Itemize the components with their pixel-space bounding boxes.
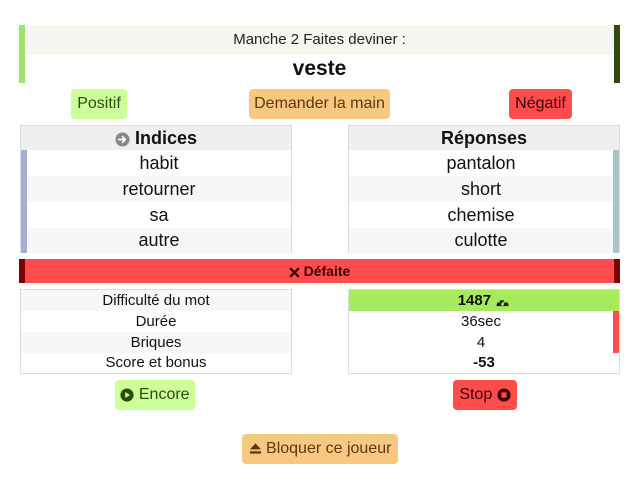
answer-item: short xyxy=(349,176,613,202)
stat-label-bricks: Briques xyxy=(21,332,291,353)
answers-title: Réponses xyxy=(349,126,619,150)
close-icon xyxy=(289,263,304,279)
clue-item: autre xyxy=(27,228,291,253)
result-banner: Défaite xyxy=(25,259,614,283)
stat-value-duration: 36sec xyxy=(460,313,502,330)
block-player-label: Bloquer ce joueur xyxy=(266,440,392,457)
stat-label-duration: Durée xyxy=(135,313,177,330)
answers-accent xyxy=(613,150,619,253)
result-accent-right xyxy=(614,259,620,283)
clue-item: habit xyxy=(139,153,179,173)
stat-label-score: Score et bonus xyxy=(105,354,207,371)
arrow-circle-icon xyxy=(115,128,135,148)
word-to-guess: veste xyxy=(25,55,614,83)
stats-values: 1487 36sec 4 -53 xyxy=(348,289,620,374)
gauge-icon xyxy=(495,292,510,309)
again-button[interactable]: Encore xyxy=(115,380,195,410)
block-player-button[interactable]: Bloquer ce joueur xyxy=(242,434,398,464)
result-label: Défaite xyxy=(303,263,351,279)
answer-item: chemise xyxy=(447,205,515,225)
stat-value-bricks: 4 xyxy=(476,334,486,351)
stats-accent xyxy=(613,311,619,353)
answer-item: pantalon xyxy=(446,153,516,173)
stat-value-score: -53 xyxy=(473,354,495,371)
stop-button[interactable]: Stop xyxy=(453,380,517,410)
ask-hand-button[interactable]: Demander la main xyxy=(249,89,390,119)
answers-table: Réponses pantalon short chemise culotte xyxy=(348,125,620,253)
stop-label: Stop xyxy=(459,386,493,403)
eject-icon xyxy=(249,440,266,457)
stat-label-difficulty: Difficulté du mot xyxy=(21,290,291,311)
positive-button[interactable]: Positif xyxy=(71,89,127,119)
stat-value-difficulty: 1487 xyxy=(349,290,619,311)
difficulty-value: 1487 xyxy=(457,292,492,309)
again-label: Encore xyxy=(138,386,190,403)
play-circle-icon xyxy=(120,386,138,403)
answer-item: culotte xyxy=(349,228,613,253)
stats-labels: Difficulté du mot Durée Briques Score et… xyxy=(20,289,292,374)
round-label: Manche 2 Faites deviner : xyxy=(25,25,614,55)
stop-circle-icon xyxy=(497,386,511,403)
clue-item: retourner xyxy=(27,176,291,202)
header-accent-right xyxy=(614,25,620,83)
negative-button[interactable]: Négatif xyxy=(509,89,572,119)
clues-title: Indices xyxy=(134,128,198,148)
clue-item: sa xyxy=(149,205,169,225)
clues-table: Indices habit retourner sa autre xyxy=(20,125,292,253)
clues-header: Indices xyxy=(21,126,291,150)
